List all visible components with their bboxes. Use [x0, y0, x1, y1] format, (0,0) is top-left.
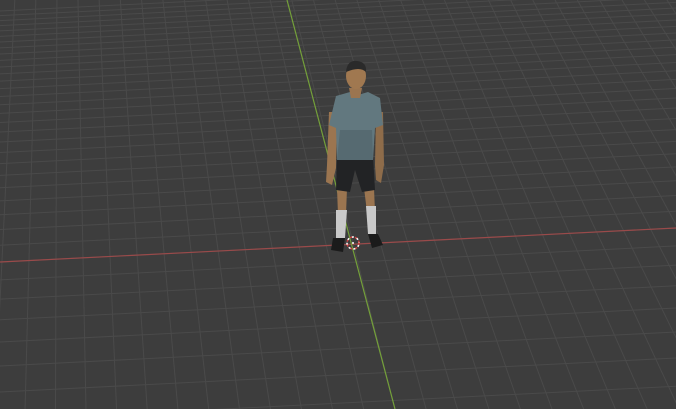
character-model[interactable]: [326, 60, 384, 252]
grid-line: [621, 0, 676, 90]
grid-line: [269, 0, 365, 409]
grid-line: [644, 0, 676, 51]
grid-line: [119, 0, 148, 409]
shirt-shade: [337, 130, 373, 160]
3d-viewport[interactable]: [0, 0, 676, 409]
left-shoe: [331, 238, 345, 252]
grid-line: [0, 0, 16, 312]
shorts: [336, 155, 375, 192]
grid-line: [77, 0, 87, 409]
grid-line: [0, 285, 676, 321]
viewport-canvas[interactable]: [0, 0, 676, 409]
grid-line: [356, 0, 490, 409]
grid-line: [443, 0, 616, 409]
grid-line: [576, 0, 676, 177]
grid-line: [141, 0, 179, 409]
3d-cursor-icon[interactable]: [346, 236, 360, 250]
grid-line: [248, 0, 333, 409]
grid-line: [226, 0, 302, 409]
right-sock: [366, 206, 376, 234]
grid-line: [213, 385, 676, 409]
grid-line: [54, 0, 58, 409]
left-sock: [336, 210, 347, 238]
grid-line: [205, 0, 271, 409]
grid-line: [488, 0, 676, 404]
grid-line: [532, 0, 676, 280]
neck: [349, 88, 362, 98]
grid-line: [400, 0, 553, 409]
grid-line: [24, 0, 37, 409]
grid-line: [0, 264, 676, 300]
grid-line: [0, 62, 676, 98]
grid-line: [666, 0, 676, 15]
grid-line: [554, 0, 676, 226]
